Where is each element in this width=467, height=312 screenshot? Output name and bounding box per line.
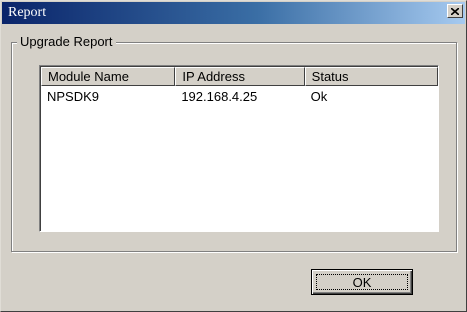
report-dialog: Report Upgrade Report Module Name IP Add… bbox=[0, 0, 467, 312]
column-header-module-name[interactable]: Module Name bbox=[41, 67, 176, 86]
close-icon bbox=[451, 7, 459, 15]
column-header-status[interactable]: Status bbox=[304, 67, 438, 86]
column-header-ip-address[interactable]: IP Address bbox=[175, 67, 305, 86]
title-bar[interactable]: Report bbox=[2, 2, 465, 24]
close-button[interactable] bbox=[447, 4, 463, 18]
list-rows: NPSDK9 192.168.4.25 Ok bbox=[41, 88, 438, 106]
report-list[interactable]: Module Name IP Address Status NPSDK9 192… bbox=[39, 65, 439, 232]
cell-status: Ok bbox=[310, 89, 328, 104]
list-header: Module Name IP Address Status bbox=[41, 67, 438, 86]
list-row[interactable]: NPSDK9 192.168.4.25 Ok bbox=[41, 88, 438, 106]
ok-button-label: OK bbox=[352, 274, 372, 290]
window-title: Report bbox=[8, 5, 47, 20]
cell-module-name: NPSDK9 bbox=[47, 89, 100, 104]
cell-ip-address: 192.168.4.25 bbox=[181, 89, 258, 104]
groupbox-label: Upgrade Report bbox=[17, 34, 116, 50]
ok-button[interactable]: OK bbox=[311, 269, 413, 295]
